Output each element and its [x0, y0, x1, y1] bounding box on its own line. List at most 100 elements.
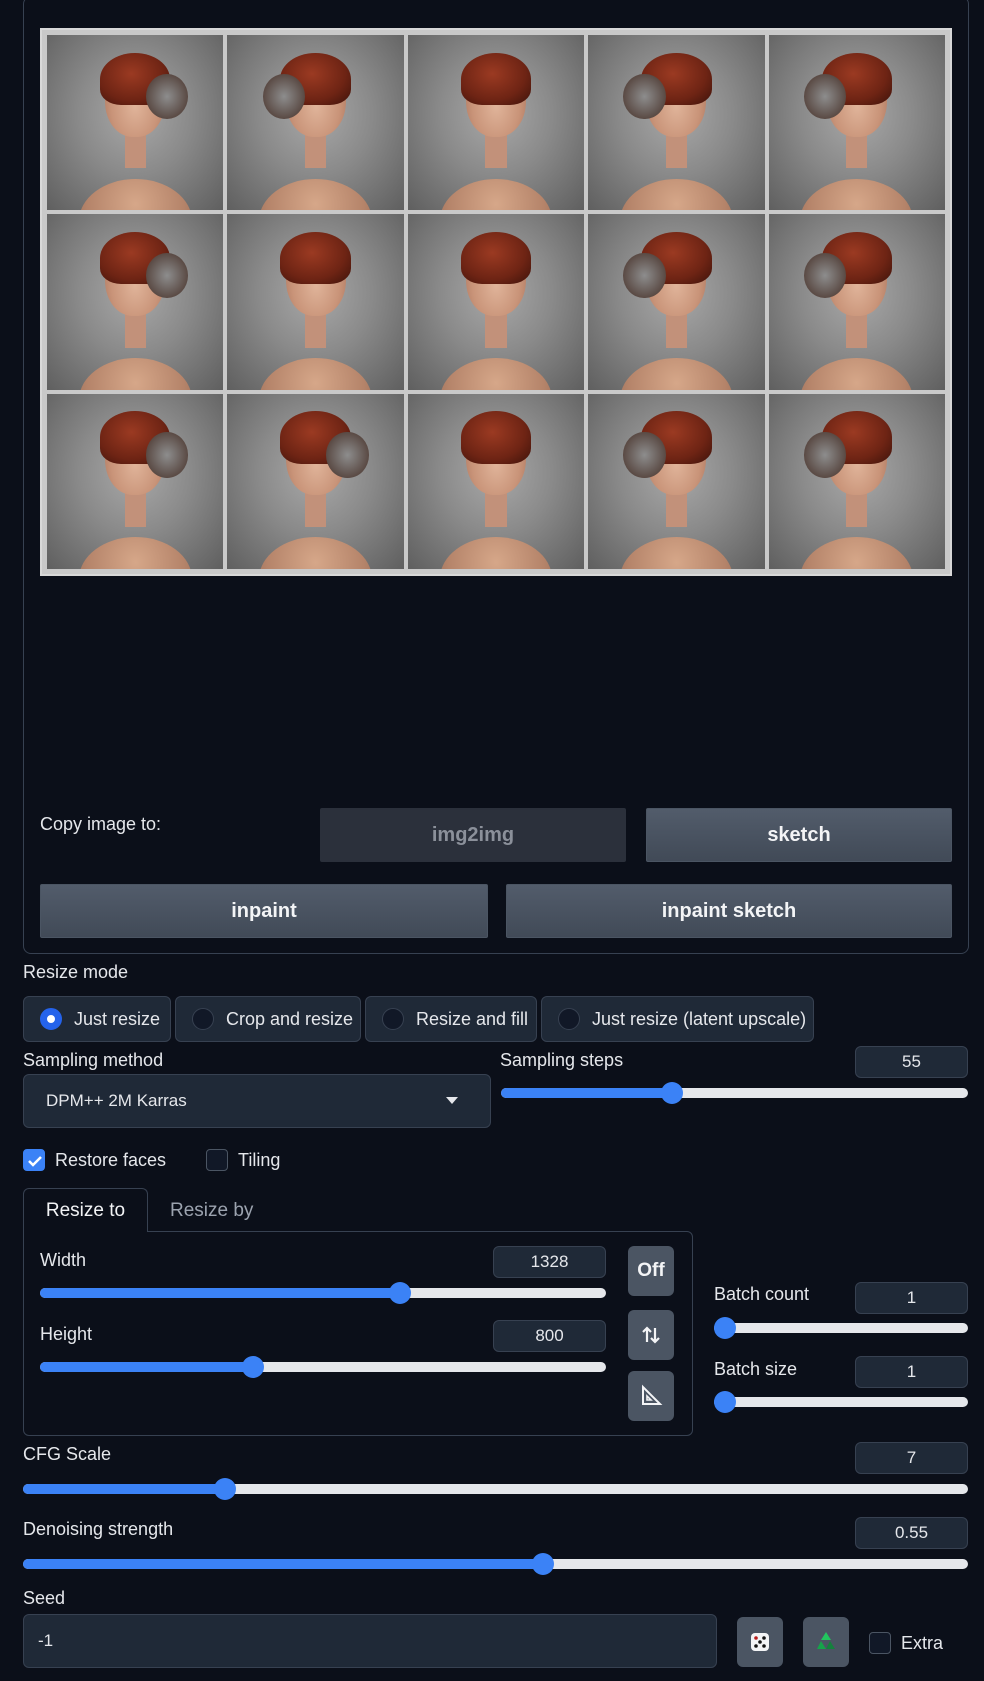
- gallery-image[interactable]: [227, 214, 404, 390]
- portrait-shoulders: [439, 537, 553, 569]
- radio-just-resize-latent-upscale[interactable]: Just resize (latent upscale): [541, 996, 814, 1042]
- height-slider[interactable]: [40, 1356, 606, 1378]
- radio-crop-and-resize[interactable]: Crop and resize: [175, 996, 361, 1042]
- portrait-shoulders: [439, 358, 553, 390]
- gallery-image[interactable]: [407, 214, 585, 390]
- sketch-button[interactable]: sketch: [646, 808, 952, 862]
- denoising-strength-slider[interactable]: [23, 1553, 968, 1575]
- img2img-button[interactable]: img2img: [320, 808, 626, 862]
- slider-thumb[interactable]: [214, 1478, 237, 1500]
- ruler-triangle-icon: [642, 1384, 663, 1405]
- denoising-strength-input[interactable]: 0.55: [855, 1517, 968, 1549]
- width-slider[interactable]: [40, 1282, 606, 1304]
- batch-size-label: Batch size: [714, 1359, 798, 1379]
- gallery-image[interactable]: [47, 393, 224, 569]
- slider-thumb[interactable]: [388, 1282, 411, 1304]
- gallery-image[interactable]: [407, 35, 585, 211]
- restore-faces-checkbox[interactable]: [23, 1149, 45, 1171]
- recycle-icon: [817, 1632, 835, 1649]
- portrait-hair-bun: [623, 73, 666, 120]
- portrait-hair: [280, 231, 351, 285]
- seed-input[interactable]: -1: [23, 1614, 717, 1668]
- gallery-image[interactable]: [227, 393, 404, 569]
- random-seed-button[interactable]: [737, 1617, 783, 1667]
- radio-label: Just resize: [74, 1008, 161, 1029]
- gallery-image[interactable]: [768, 214, 945, 390]
- tiling-label: Tiling: [238, 1150, 281, 1170]
- portrait-hair-bun: [326, 432, 369, 478]
- slider-fill: [23, 1484, 226, 1494]
- dice-icon: [751, 1633, 769, 1651]
- radio-label: Just resize (latent upscale): [592, 1008, 807, 1029]
- slider-thumb[interactable]: [714, 1317, 736, 1339]
- cfg-scale-slider[interactable]: [23, 1478, 968, 1500]
- portrait-hair-bun: [803, 432, 847, 478]
- gallery-image[interactable]: [227, 35, 404, 211]
- gallery-image[interactable]: [407, 393, 585, 569]
- aspect-ratio-button[interactable]: [628, 1371, 674, 1421]
- sampling-steps-slider[interactable]: [501, 1082, 968, 1104]
- swap-arrows-icon: [642, 1326, 660, 1344]
- inpaint-sketch-button[interactable]: inpaint sketch: [506, 884, 952, 938]
- radio-button-selected[interactable]: [40, 1008, 62, 1030]
- radio-button[interactable]: [192, 1008, 214, 1030]
- denoising-strength-label: Denoising strength: [23, 1519, 174, 1539]
- sampling-method-dropdown[interactable]: DPM++ 2M Karras: [23, 1074, 491, 1128]
- height-label: Height: [40, 1324, 93, 1344]
- gallery-image[interactable]: [47, 214, 224, 390]
- radio-button[interactable]: [382, 1008, 404, 1030]
- radio-label: Resize and fill: [416, 1008, 529, 1029]
- gallery-image[interactable]: [768, 35, 945, 211]
- swap-dimensions-button[interactable]: [628, 1310, 674, 1360]
- portrait-shoulders: [259, 358, 373, 390]
- radio-label: Crop and resize: [226, 1008, 354, 1029]
- portrait-hair-bun: [803, 73, 847, 120]
- tiling-checkbox[interactable]: [206, 1149, 228, 1171]
- portrait-shoulders: [78, 178, 192, 211]
- portrait-hair-bun: [262, 73, 305, 120]
- slider-fill: [40, 1288, 400, 1298]
- batch-size-input[interactable]: 1: [855, 1356, 968, 1388]
- portrait-shoulders: [259, 178, 373, 211]
- inpaint-button[interactable]: inpaint: [40, 884, 488, 938]
- tab-resize-by[interactable]: Resize by: [170, 1200, 253, 1222]
- batch-size-slider[interactable]: [714, 1391, 968, 1413]
- hires-off-button[interactable]: Off: [628, 1246, 674, 1296]
- slider-thumb[interactable]: [661, 1082, 684, 1104]
- extra-seed-checkbox[interactable]: [869, 1632, 891, 1654]
- sampling-steps-input[interactable]: 55: [855, 1046, 968, 1078]
- portrait-shoulders: [78, 537, 192, 569]
- gallery-image[interactable]: [588, 35, 765, 211]
- slider-thumb[interactable]: [714, 1391, 736, 1413]
- tab-resize-to[interactable]: Resize to: [23, 1188, 148, 1232]
- slider-fill: [501, 1088, 673, 1098]
- gallery-image[interactable]: [47, 35, 224, 211]
- portrait-hair: [460, 52, 532, 106]
- slider-fill: [23, 1559, 543, 1569]
- seed-label: Seed: [23, 1588, 66, 1608]
- gallery-image[interactable]: [588, 214, 765, 390]
- cfg-scale-input[interactable]: 7: [855, 1442, 968, 1474]
- width-input[interactable]: 1328: [493, 1246, 606, 1278]
- sampling-steps-label: Sampling steps: [500, 1050, 624, 1070]
- portrait-shoulders: [800, 358, 914, 390]
- gallery-image[interactable]: [768, 393, 945, 569]
- portrait-shoulders: [439, 178, 553, 211]
- radio-just-resize[interactable]: Just resize: [23, 996, 171, 1042]
- radio-button[interactable]: [558, 1008, 580, 1030]
- slider-thumb[interactable]: [531, 1553, 554, 1575]
- reuse-seed-button[interactable]: [803, 1617, 849, 1667]
- portrait-shoulders: [259, 537, 373, 569]
- portrait-shoulders: [78, 358, 192, 390]
- slider-fill: [40, 1362, 254, 1372]
- sampling-method-value: DPM++ 2M Karras: [46, 1091, 187, 1110]
- radio-resize-and-fill[interactable]: Resize and fill: [365, 996, 537, 1042]
- batch-count-slider[interactable]: [714, 1317, 968, 1339]
- copy-image-label: Copy image to:: [40, 814, 162, 834]
- gallery-image[interactable]: [588, 393, 765, 569]
- portrait-shoulders: [800, 537, 914, 569]
- portrait-hair-bun: [145, 73, 189, 120]
- restore-faces-label: Restore faces: [55, 1150, 167, 1170]
- height-input[interactable]: 800: [493, 1320, 606, 1352]
- batch-count-input[interactable]: 1: [855, 1282, 968, 1314]
